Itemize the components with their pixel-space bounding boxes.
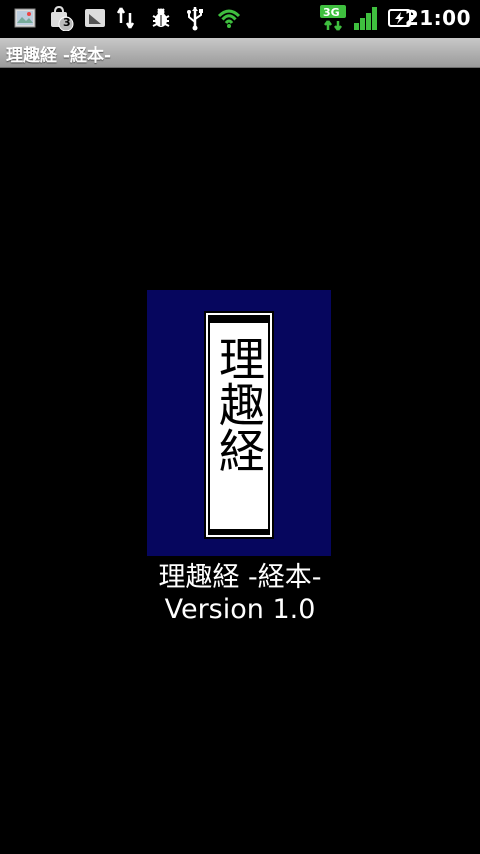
cover-label: 理趣経 bbox=[204, 311, 274, 539]
wifi-icon bbox=[216, 5, 242, 31]
image-icon bbox=[12, 5, 38, 31]
network-3g-icon: 3G bbox=[319, 5, 347, 31]
app-name: 理趣経 -経本- bbox=[158, 562, 322, 593]
signal-icon bbox=[352, 5, 380, 31]
app-version: Version 1.0 bbox=[164, 594, 316, 625]
shopping-bag-icon: 3 bbox=[48, 5, 74, 31]
network-type-label: 3G bbox=[323, 6, 340, 19]
status-bar: 3 3G 21:00 bbox=[0, 0, 480, 38]
notification-count: 3 bbox=[63, 16, 71, 29]
window-title: 理趣経 -経本- bbox=[6, 46, 112, 66]
title-bar: 理趣経 -経本- bbox=[0, 38, 480, 68]
status-clock: 21:00 bbox=[404, 6, 471, 30]
bug-icon bbox=[148, 5, 174, 31]
cover-title: 理趣経 bbox=[212, 335, 266, 473]
download-icon bbox=[82, 5, 108, 31]
usb-alt-icon bbox=[182, 5, 208, 31]
sutra-cover-image: 理趣経 bbox=[147, 290, 331, 556]
usb-icon bbox=[113, 5, 139, 31]
splash-content: 理趣経 理趣経 -経本- Version 1.0 bbox=[0, 68, 480, 854]
